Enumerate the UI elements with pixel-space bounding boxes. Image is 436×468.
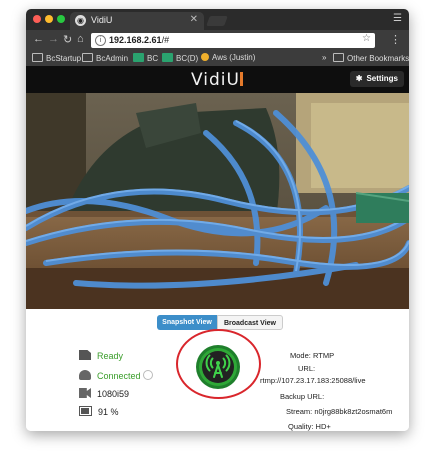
stream-value: n0jrg88bk8zt2osmat6m	[314, 407, 393, 416]
folder-icon	[82, 53, 93, 62]
stream-label: Stream: n0jrg88bk8zt2osmat6m	[286, 407, 393, 416]
new-tab-button[interactable]	[206, 16, 228, 26]
bookmark-item[interactable]: Aws (Justin)	[201, 53, 255, 62]
maximize-window-button[interactable]	[57, 15, 65, 23]
bookmark-favicon-icon	[133, 53, 144, 62]
other-bookmarks[interactable]: Other Bookmarks	[333, 53, 409, 63]
settings-button[interactable]: ✱ Settings	[349, 71, 404, 87]
url-text: 192.168.2.61/#	[109, 35, 170, 45]
back-icon[interactable]: ←	[33, 33, 44, 45]
close-window-button[interactable]	[33, 15, 41, 23]
info-icon[interactable]: i	[95, 35, 106, 46]
bookmark-item[interactable]: BC	[133, 53, 158, 63]
tab-close-icon[interactable]: ✕	[190, 14, 198, 25]
bookmarks-bar: BcStartup BcAdmin BC BC(D) Aws (Justin) …	[26, 51, 409, 67]
browser-menu-icon[interactable]: ⋮	[390, 33, 401, 46]
url-value: rtmp://107.23.17.183:25088/live	[260, 376, 366, 385]
profile-icon[interactable]: ☰	[393, 13, 402, 24]
device-icon	[79, 350, 91, 360]
quality-label: Quality: HD+	[288, 422, 331, 431]
address-bar[interactable]: i 192.168.2.61/# ☆	[91, 33, 375, 48]
minimize-window-button[interactable]	[45, 15, 53, 23]
connection-info-icon[interactable]	[142, 370, 153, 380]
video-snapshot	[26, 93, 409, 309]
snapshot-view-button[interactable]: Snapshot View	[157, 315, 217, 330]
mode-value: RTMP	[312, 351, 335, 360]
brand-accent	[240, 72, 243, 86]
bookmark-star-icon[interactable]: ☆	[362, 33, 371, 44]
folder-icon	[32, 53, 43, 62]
broadcast-button[interactable]	[195, 344, 241, 390]
reload-icon[interactable]: ↻	[63, 33, 72, 46]
battery-status: 91 %	[79, 406, 119, 417]
status-panel: Snapshot View Broadcast View Ready Conne…	[26, 309, 409, 431]
broadcast-view-button[interactable]: Broadcast View	[217, 315, 283, 330]
resolution-status: 1080i59	[79, 388, 129, 399]
tab-title: VidiU	[91, 15, 113, 25]
brand-logo: VidiU	[191, 70, 240, 90]
aws-favicon-icon	[201, 53, 209, 61]
gear-icon: ✱	[355, 74, 363, 83]
home-icon[interactable]: ⌂	[77, 33, 84, 45]
bookmark-item[interactable]: BC(D)	[162, 53, 198, 63]
connection-status: Connected	[79, 370, 153, 381]
backup-url-label: Backup URL:	[280, 392, 325, 401]
battery-icon	[79, 406, 92, 416]
title-bar: ◉ VidiU ✕ ☰	[26, 9, 409, 30]
folder-icon	[333, 53, 344, 62]
app-header: VidiU ✱ Settings	[26, 66, 409, 93]
bookmark-item[interactable]: BcStartup	[32, 53, 81, 63]
cloud-icon	[79, 370, 91, 380]
url-label: URL:	[298, 364, 316, 373]
browser-tab[interactable]: ◉ VidiU ✕	[70, 12, 204, 30]
forward-icon[interactable]: →	[48, 33, 59, 45]
mode-label: Mode: RTMP	[290, 351, 335, 360]
bookmark-favicon-icon	[162, 53, 173, 62]
ready-status: Ready	[79, 350, 123, 361]
camera-icon	[79, 388, 91, 398]
quality-value: HD+	[315, 422, 331, 431]
browser-toolbar: ← → ↻ ⌂ i 192.168.2.61/# ☆ ⋮	[26, 30, 409, 51]
bookmark-item[interactable]: BcAdmin	[82, 53, 128, 63]
browser-window: ◉ VidiU ✕ ☰ ← → ↻ ⌂ i 192.168.2.61/# ☆ ⋮…	[26, 9, 409, 431]
camera-frame-image	[26, 93, 409, 309]
tab-favicon-icon: ◉	[75, 15, 86, 26]
bookmarks-overflow[interactable]: »	[322, 53, 326, 62]
